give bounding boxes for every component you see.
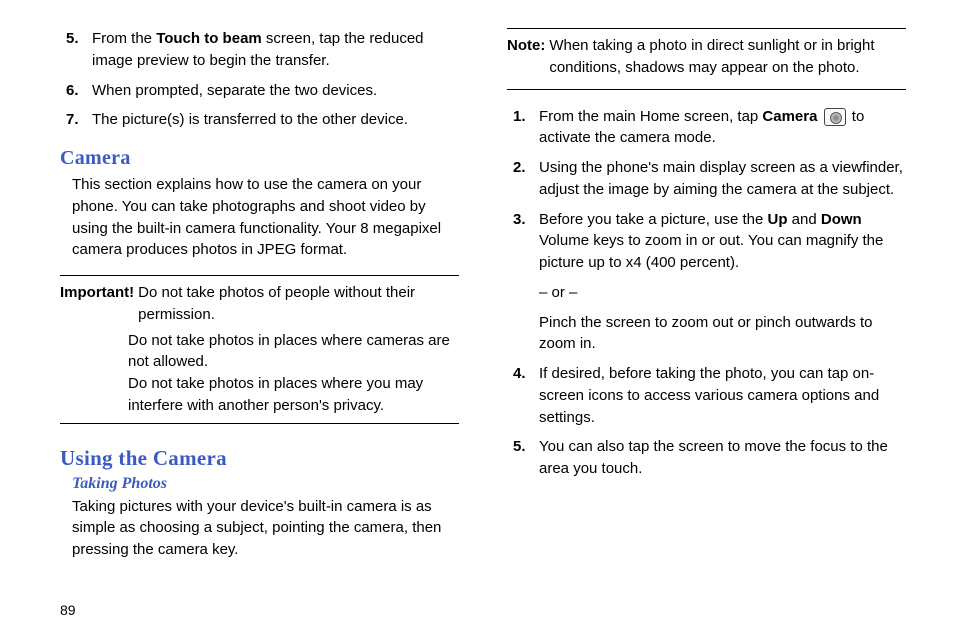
list-body: When prompted, separate the two devices. bbox=[92, 80, 459, 102]
text-bold: Up bbox=[767, 211, 787, 228]
list-body: The picture(s) is transferred to the oth… bbox=[92, 109, 459, 131]
important-line: Do not take photos in places where you m… bbox=[60, 373, 459, 417]
or-line: – or – bbox=[539, 282, 906, 304]
list-number: 4. bbox=[507, 363, 539, 428]
subheading-taking-photos: Taking Photos bbox=[72, 475, 459, 493]
text: From the bbox=[92, 30, 156, 47]
list-number: 3. bbox=[507, 209, 539, 356]
text: Volume keys to zoom in or out. You can m… bbox=[539, 232, 883, 271]
list-body: Before you take a picture, use the Up an… bbox=[539, 209, 906, 356]
list-body: Using the phone's main display screen as… bbox=[539, 157, 906, 201]
list-body: You can also tap the screen to move the … bbox=[539, 436, 906, 480]
list-item: 2. Using the phone's main display screen… bbox=[507, 157, 906, 201]
note-callout: Note: When taking a photo in direct sunl… bbox=[507, 28, 906, 90]
paragraph: This section explains how to use the cam… bbox=[72, 174, 459, 261]
list-item: 7. The picture(s) is transferred to the … bbox=[60, 109, 459, 131]
text-bold: Touch to beam bbox=[156, 30, 262, 47]
text: From the main Home screen, tap bbox=[539, 108, 762, 125]
list-body: If desired, before taking the photo, you… bbox=[539, 363, 906, 428]
list-number: 6. bbox=[60, 80, 92, 102]
text: and bbox=[787, 211, 820, 228]
list-number: 5. bbox=[507, 436, 539, 480]
heading-camera: Camera bbox=[60, 147, 459, 170]
important-line: Do not take photos in places where camer… bbox=[60, 330, 459, 374]
heading-using-camera: Using the Camera bbox=[60, 446, 459, 471]
list-body: From the Touch to beam screen, tap the r… bbox=[92, 28, 459, 72]
page-number: 89 bbox=[60, 602, 76, 618]
list-number: 7. bbox=[60, 109, 92, 131]
list-number: 1. bbox=[507, 106, 539, 150]
callout-row: Note: When taking a photo in direct sunl… bbox=[507, 35, 906, 79]
callout-text: When taking a photo in direct sunlight o… bbox=[549, 35, 906, 79]
text-bold: Down bbox=[821, 211, 862, 228]
important-callout: Important! Do not take photos of people … bbox=[60, 275, 459, 424]
left-column: 5. From the Touch to beam screen, tap th… bbox=[60, 28, 463, 616]
callout-row: Important! Do not take photos of people … bbox=[60, 282, 459, 326]
list-body: From the main Home screen, tap Camera to… bbox=[539, 106, 906, 150]
paragraph: Taking pictures with your device's built… bbox=[72, 496, 459, 561]
callout-text: Do not take photos of people without the… bbox=[138, 282, 459, 326]
list-item: 3. Before you take a picture, use the Up… bbox=[507, 209, 906, 356]
list-item: 5. From the Touch to beam screen, tap th… bbox=[60, 28, 459, 72]
text: Pinch the screen to zoom out or pinch ou… bbox=[539, 312, 906, 356]
list-item: 6. When prompted, separate the two devic… bbox=[60, 80, 459, 102]
list-number: 2. bbox=[507, 157, 539, 201]
note-label: Note: bbox=[507, 35, 549, 79]
list-number: 5. bbox=[60, 28, 92, 72]
important-label: Important! bbox=[60, 282, 138, 326]
list-item: 1. From the main Home screen, tap Camera… bbox=[507, 106, 906, 150]
right-column: Note: When taking a photo in direct sunl… bbox=[499, 28, 906, 616]
text-bold: Camera bbox=[762, 108, 817, 125]
camera-icon bbox=[824, 108, 846, 126]
list-item: 4. If desired, before taking the photo, … bbox=[507, 363, 906, 428]
text: Before you take a picture, use the bbox=[539, 211, 767, 228]
list-item: 5. You can also tap the screen to move t… bbox=[507, 436, 906, 480]
